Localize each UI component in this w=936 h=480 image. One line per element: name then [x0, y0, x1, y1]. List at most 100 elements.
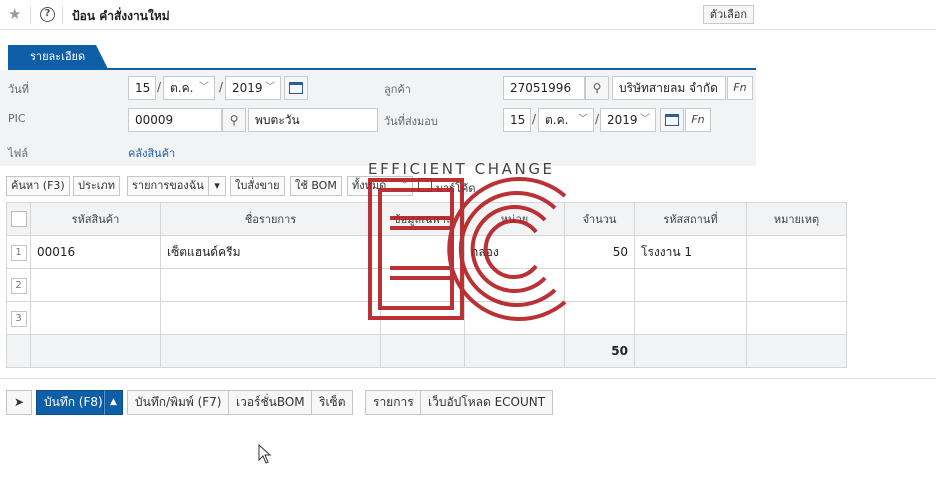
save-print-button[interactable]: บันทึก/พิมพ์ (F7) — [127, 390, 230, 415]
date-year-select[interactable]: 2019 ﹀ — [225, 76, 281, 100]
sales-slip-button[interactable]: ใบสั่งขาย — [230, 176, 285, 196]
table-footer: 50 — [6, 334, 847, 368]
divider — [62, 6, 63, 24]
use-bom-button[interactable]: ใช้ BOM — [290, 176, 342, 196]
tab-details[interactable]: รายละเอียด — [8, 45, 108, 69]
pic-search-button[interactable]: ⚲ — [222, 108, 246, 132]
chevron-down-icon: ﹀ — [199, 82, 209, 93]
mouse-cursor-icon — [258, 444, 272, 464]
note-cell[interactable] — [746, 235, 847, 269]
item-code-cell[interactable]: 00016 — [30, 235, 161, 269]
select-all-checkbox[interactable] — [10, 211, 27, 227]
location-cell[interactable] — [634, 301, 747, 335]
row-number-cell[interactable]: 2 — [6, 268, 31, 302]
calendar-icon — [289, 82, 303, 94]
options-button[interactable]: ตัวเลือก — [702, 5, 754, 24]
type-button[interactable]: ประเภท — [73, 176, 121, 196]
calendar-button[interactable] — [284, 76, 308, 100]
search-icon: ⚲ — [592, 81, 602, 95]
logo-e-inner — [378, 188, 454, 310]
help-icon[interactable]: ? — [40, 7, 55, 22]
date-separator: / — [595, 112, 600, 126]
footer-cell — [380, 334, 465, 368]
divider — [30, 6, 31, 24]
delivery-month-select[interactable]: ต.ค. ﹀ — [538, 108, 594, 132]
customer-search-button[interactable]: ⚲ — [585, 76, 609, 100]
page-header: ★ ? ป้อน คำสั่งงานใหม่ ตัวเลือก — [0, 0, 936, 30]
caret-up-icon: ▲ — [110, 397, 117, 407]
row-number-cell[interactable]: 1 — [6, 235, 31, 269]
page-title: ป้อน คำสั่งงานใหม่ — [72, 9, 170, 23]
column-header: ชื่อรายการ — [160, 202, 381, 236]
date-day-input[interactable]: 15 — [128, 76, 156, 100]
reset-button[interactable]: ริเซ็ต — [311, 390, 354, 415]
bottom-divider — [0, 378, 936, 379]
date-separator: / — [532, 112, 537, 126]
item-code-cell[interactable] — [30, 268, 161, 302]
search-icon: ⚲ — [229, 113, 239, 127]
date-separator: / — [157, 80, 162, 94]
customer-code-input[interactable]: 27051996 — [503, 76, 585, 100]
warehouse-link[interactable]: คลังสินค้า — [128, 144, 175, 162]
footer-cell — [6, 334, 31, 368]
delivery-year-select[interactable]: 2019 ﹀ — [600, 108, 656, 132]
chevron-down-icon: ﹀ — [578, 114, 588, 125]
location-cell[interactable] — [634, 268, 747, 302]
item-name-cell[interactable] — [160, 301, 381, 335]
logo-c-arc — [483, 219, 538, 279]
list-button[interactable]: รายการ — [365, 390, 422, 415]
row-number-cell[interactable]: 3 — [6, 301, 31, 335]
caret-down-icon: ▾ — [214, 179, 220, 192]
search-f3-button[interactable]: ค้นหา (F3) — [6, 176, 70, 196]
item-name-cell[interactable]: เซ็ตแฮนด์ครีม — [160, 235, 381, 269]
customer-label: ลูกค้า — [384, 83, 411, 96]
column-header: หมายเหตุ — [746, 202, 847, 236]
customer-name-input[interactable]: บริษัทสายลม จำกัด — [612, 76, 726, 100]
pic-label: PIC — [8, 112, 26, 125]
delivery-calendar-button[interactable] — [660, 108, 684, 132]
date-label: วันที่ — [8, 83, 29, 96]
note-cell[interactable] — [746, 301, 847, 335]
delivery-fn-button[interactable]: Fn — [685, 108, 711, 132]
select-all-cell[interactable] — [6, 202, 31, 236]
logo-c-arc — [458, 191, 557, 307]
web-upload-button[interactable]: เว็บอัปโหลด ECOUNT — [420, 390, 554, 415]
my-list-button[interactable]: รายการของฉัน — [127, 176, 209, 196]
pic-code-input[interactable]: 00009 — [128, 108, 222, 132]
my-list-dropdown[interactable]: ▾ — [208, 176, 226, 196]
row-number: 3 — [10, 310, 27, 327]
delivery-date-label: วันที่ส่งมอบ — [384, 115, 438, 128]
send-icon: ➤ — [13, 395, 25, 409]
delivery-day-input[interactable]: 15 — [503, 108, 531, 132]
save-button[interactable]: บันทึก (F8) — [36, 390, 104, 415]
chevron-down-icon: ﹀ — [265, 82, 275, 93]
date-separator: / — [219, 80, 224, 94]
star-icon[interactable]: ★ — [8, 6, 21, 22]
location-cell[interactable]: โรงงาน 1 — [634, 235, 747, 269]
note-cell[interactable] — [746, 268, 847, 302]
version-bom-button[interactable]: เวอร์ชั่นBOM — [228, 390, 313, 415]
calendar-icon — [665, 114, 679, 126]
footer-cell — [160, 334, 381, 368]
column-header: รหัสสินค้า — [30, 202, 161, 236]
date-month-value: ต.ค. — [170, 81, 194, 95]
footer-cell — [464, 334, 565, 368]
delivery-month-value: ต.ค. — [545, 113, 569, 127]
save-options-dropdown[interactable]: ▲ — [104, 390, 123, 415]
column-header: รหัสสถานที่ — [634, 202, 747, 236]
footer-cell — [634, 334, 747, 368]
item-name-cell[interactable] — [160, 268, 381, 302]
chevron-down-icon: ﹀ — [640, 114, 650, 125]
date-month-select[interactable]: ต.ค. ﹀ — [163, 76, 215, 100]
footer-cell — [746, 334, 847, 368]
pic-name-input[interactable]: พบตะวัน — [248, 108, 378, 132]
file-label: ไฟล์ — [8, 147, 29, 160]
send-button[interactable]: ➤ — [6, 390, 32, 415]
delivery-year-value: 2019 — [607, 113, 638, 127]
date-year-value: 2019 — [232, 81, 263, 95]
detail-form: วันที่ 15 / ต.ค. ﹀ / 2019 ﹀ ลูกค้า 2705199… — [0, 70, 756, 166]
item-code-cell[interactable] — [30, 301, 161, 335]
ec-logo-watermark — [368, 177, 567, 321]
footer-cell — [30, 334, 161, 368]
customer-fn-button[interactable]: Fn — [727, 76, 753, 100]
